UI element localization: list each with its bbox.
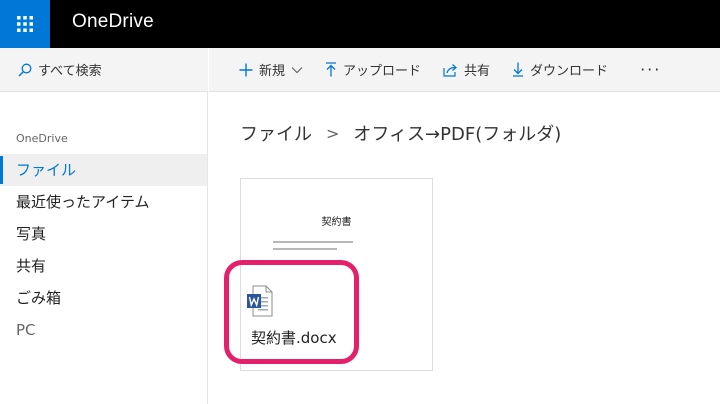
thumbnail-text-line [273,241,353,243]
upload-icon [326,62,337,77]
share-button-label: 共有 [464,64,491,79]
app-title[interactable]: OneDrive [72,11,154,33]
sidebar-item-pc[interactable]: PC [0,314,207,346]
share-button[interactable]: 共有 [443,60,490,79]
plus-icon [239,63,253,76]
sidebar-item-recent[interactable]: 最近使ったアイテム [0,186,207,218]
search-box[interactable]: すべて検索 [0,48,208,92]
file-name[interactable]: 契約書.docx [251,327,337,348]
upload-button[interactable]: アップロード [325,60,421,79]
thumbnail-title: 契約書 [321,217,352,228]
waffle-grid-icon [17,16,33,32]
chevron-down-icon [291,66,303,73]
more-options-button[interactable]: ··· [640,60,661,79]
download-button-label: ダウンロード [530,64,609,79]
new-button[interactable]: 新規 [239,60,303,79]
search-input[interactable]: すべて検索 [38,60,102,79]
download-icon [513,62,524,77]
command-bar: 新規 アップロード 共有 ダウンロード ··· [209,48,720,92]
breadcrumb: ファイル > オフィス→PDF(フォルダ) [240,120,561,146]
download-button[interactable]: ダウンロード [512,60,608,79]
upload-button-label: アップロード [343,64,422,79]
top-header: OneDrive [0,0,720,48]
sidebar-item-shared[interactable]: 共有 [0,250,207,282]
app-launcher-button[interactable] [0,0,50,48]
sidebar-nav: ファイル 最近使ったアイテム 写真 共有 ごみ箱 PC [0,154,207,346]
sidebar: すべて検索 OneDrive ファイル 最近使ったアイテム 写真 共有 ごみ箱 … [0,48,208,404]
word-document-icon [247,285,273,317]
sidebar-section-label: OneDrive [16,132,68,145]
file-tile[interactable]: 契約書 契約書.docx [240,178,433,371]
thumbnail-text-line [273,248,337,250]
breadcrumb-current: オフィス→PDF(フォルダ) [353,124,562,145]
share-icon [443,63,457,77]
breadcrumb-separator: > [326,123,340,143]
sidebar-item-photos[interactable]: 写真 [0,218,207,250]
sidebar-item-files[interactable]: ファイル [0,154,207,186]
breadcrumb-root[interactable]: ファイル [240,120,312,146]
sidebar-item-recycle-bin[interactable]: ごみ箱 [0,282,207,314]
search-icon [18,63,32,77]
new-button-label: 新規 [259,64,286,79]
